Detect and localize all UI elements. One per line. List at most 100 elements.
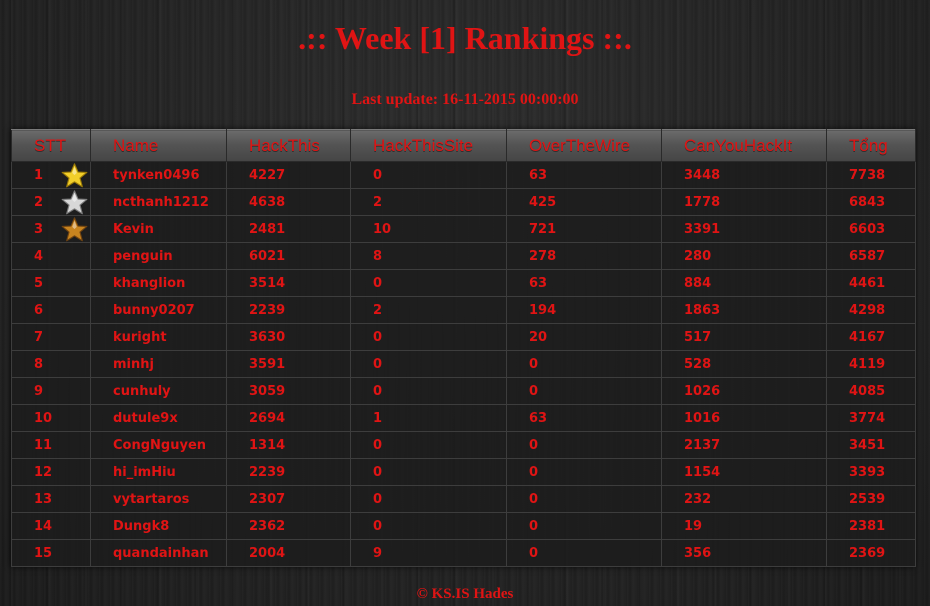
cell-overthewire-value: 0: [529, 437, 539, 453]
cell-hackthissite: 0: [350, 161, 507, 189]
cell-stt: 9: [11, 377, 91, 405]
cell-total-value: 4119: [849, 356, 886, 372]
cell-canyouhackit: 1154: [661, 458, 827, 486]
column-header-canyouhackit: CanYouHackIt: [661, 129, 827, 162]
cell-overthewire-value: 63: [529, 410, 548, 426]
cell-hackthissite: 9: [350, 539, 507, 567]
cell-overthewire: 721: [506, 215, 662, 243]
table-row: 10 dutule9x 2694 1 63 1016 3774: [11, 404, 916, 432]
last-update-text: Last update: 16-11-2015 00:00:00: [351, 91, 579, 108]
cell-hackthis-value: 6021: [249, 248, 286, 264]
cell-name: kuright: [90, 323, 227, 351]
cell-stt-value: 3: [34, 221, 44, 237]
cell-hackthis: 1314: [226, 431, 351, 459]
cell-name-value: hi_imHiu: [113, 464, 176, 480]
table-row: 7 kuright 3630 0 20 517 4167: [11, 323, 916, 351]
cell-stt: 2: [11, 188, 91, 216]
cell-total: 4167: [826, 323, 916, 351]
cell-hackthis: 4227: [226, 161, 351, 189]
column-header-name: Name: [90, 129, 227, 162]
bronze-star-icon: [61, 217, 88, 242]
cell-stt-value: 12: [34, 464, 53, 480]
cell-hackthis-value: 2307: [249, 491, 286, 507]
cell-stt-value: 13: [34, 491, 53, 507]
cell-stt-value: 5: [34, 275, 44, 291]
cell-hackthis-value: 2239: [249, 302, 286, 318]
cell-name: hi_imHiu: [90, 458, 227, 486]
cell-hackthissite-value: 8: [373, 248, 383, 264]
cell-hackthis-value: 2481: [249, 221, 286, 237]
table-row: 5 khanglion 3514 0 63 884 4461: [11, 269, 916, 297]
cell-name: khanglion: [90, 269, 227, 297]
table-row: 8 minhj 3591 0 0 528 4119: [11, 350, 916, 378]
cell-canyouhackit-value: 517: [684, 329, 712, 345]
cell-stt: 4: [11, 242, 91, 270]
cell-name-value: minhj: [113, 356, 154, 372]
cell-overthewire: 0: [506, 485, 662, 513]
cell-total-value: 4167: [849, 329, 886, 345]
cell-stt-value: 9: [34, 383, 44, 399]
cell-total-value: 7738: [849, 167, 886, 183]
cell-hackthis-value: 2694: [249, 410, 286, 426]
cell-stt: 5: [11, 269, 91, 297]
cell-name-value: dutule9x: [113, 410, 178, 426]
cell-hackthissite: 0: [350, 458, 507, 486]
cell-hackthis: 2694: [226, 404, 351, 432]
cell-overthewire: 278: [506, 242, 662, 270]
cell-hackthis-value: 3630: [249, 329, 286, 345]
cell-name: bunny0207: [90, 296, 227, 324]
cell-canyouhackit-value: 1026: [684, 383, 721, 399]
table-row: 9 cunhuly 3059 0 0 1026 4085: [11, 377, 916, 405]
cell-total-value: 2381: [849, 518, 886, 534]
table-row: 3 Kevin 2481 10 721 3391 6603: [11, 215, 916, 243]
cell-hackthissite: 1: [350, 404, 507, 432]
cell-total-value: 6843: [849, 194, 886, 210]
cell-name-value: Kevin: [113, 221, 154, 237]
cell-total-value: 6603: [849, 221, 886, 237]
cell-total-value: 4461: [849, 275, 886, 291]
cell-hackthissite-value: 0: [373, 167, 383, 183]
cell-name: Kevin: [90, 215, 227, 243]
cell-overthewire: 0: [506, 458, 662, 486]
cell-overthewire-value: 63: [529, 275, 548, 291]
cell-hackthissite-value: 0: [373, 329, 383, 345]
cell-name: Dungk8: [90, 512, 227, 540]
cell-total: 7738: [826, 161, 916, 189]
cell-hackthis: 3059: [226, 377, 351, 405]
cell-hackthissite: 0: [350, 431, 507, 459]
table-row: 1 tynken0496 4227 0 63 3448 7738: [11, 161, 916, 189]
cell-canyouhackit: 1026: [661, 377, 827, 405]
cell-hackthissite-value: 2: [373, 194, 383, 210]
column-header-hackthissite: HackThisSite: [350, 129, 507, 162]
cell-stt: 1: [11, 161, 91, 189]
cell-total: 3774: [826, 404, 916, 432]
cell-name-value: bunny0207: [113, 302, 195, 318]
cell-canyouhackit-value: 528: [684, 356, 712, 372]
cell-overthewire-value: 0: [529, 518, 539, 534]
table-row: 15 quandainhan 2004 9 0 356 2369: [11, 539, 916, 567]
cell-overthewire: 20: [506, 323, 662, 351]
cell-name: dutule9x: [90, 404, 227, 432]
table-row: 11 CongNguyen 1314 0 0 2137 3451: [11, 431, 916, 459]
cell-hackthis-value: 4227: [249, 167, 286, 183]
table-row: 2 ncthanh1212 4638 2 425 1778 6843: [11, 188, 916, 216]
table-row: 14 Dungk8 2362 0 0 19 2381: [11, 512, 916, 540]
table-header-row: STT Name HackThis HackThisSite OverTheWi…: [11, 129, 916, 162]
table-row: 13 vytartaros 2307 0 0 232 2539: [11, 485, 916, 513]
column-header-stt: STT: [11, 129, 91, 162]
cell-hackthissite-value: 0: [373, 464, 383, 480]
cell-overthewire-value: 63: [529, 167, 548, 183]
cell-stt-value: 1: [34, 167, 44, 183]
cell-total: 4085: [826, 377, 916, 405]
cell-overthewire-value: 0: [529, 545, 539, 561]
silver-star-icon: [61, 190, 88, 215]
cell-hackthissite-value: 9: [373, 545, 383, 561]
cell-name-value: cunhuly: [113, 383, 171, 399]
cell-stt-value: 14: [34, 518, 53, 534]
cell-hackthissite-value: 0: [373, 437, 383, 453]
cell-total: 3393: [826, 458, 916, 486]
cell-hackthis-value: 3059: [249, 383, 286, 399]
cell-canyouhackit: 232: [661, 485, 827, 513]
cell-overthewire-value: 0: [529, 356, 539, 372]
cell-name: ncthanh1212: [90, 188, 227, 216]
